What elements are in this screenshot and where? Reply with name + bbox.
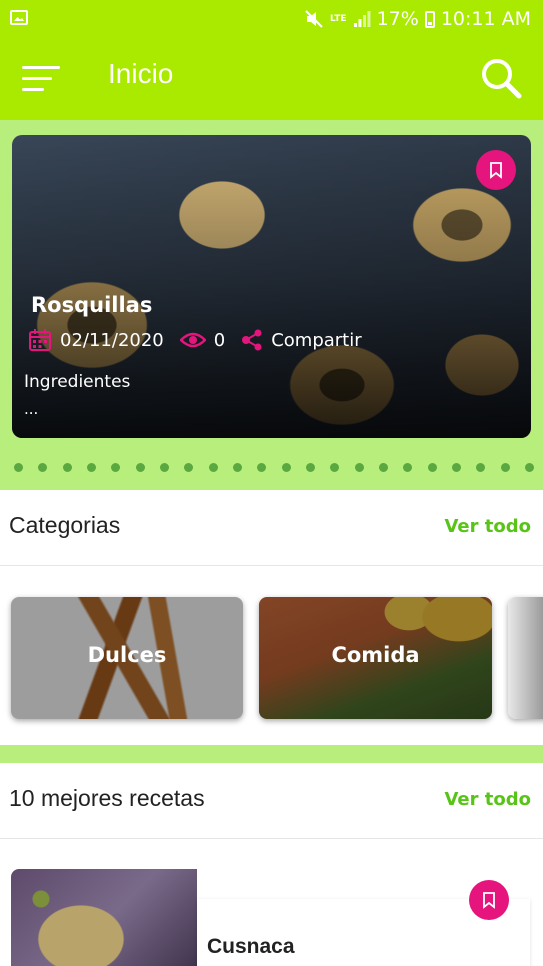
page-title: Inicio [108,58,174,89]
recipe-image [11,869,197,966]
carousel-dot[interactable] [62,463,72,472]
clock: 10:11 AM [440,8,531,30]
featured-recipe-card[interactable]: Rosquillas 02/11/2020 0 Compartir Ingred… [12,135,531,438]
top-recipes-header: 10 mejores recetas Ver todo [0,763,543,839]
carousel-dot[interactable] [14,463,23,472]
carousel-dot[interactable] [86,463,96,472]
carousel-dot[interactable] [135,463,145,472]
categories-see-all-link[interactable]: Ver todo [444,516,531,537]
status-bar: LTE 17% 10:11 AM [0,0,543,38]
bookmark-icon [483,891,495,909]
share-icon [242,329,262,351]
bookmark-button[interactable] [469,880,509,920]
calendar-icon [29,329,51,351]
carousel-dot[interactable] [403,463,413,472]
menu-icon[interactable] [22,62,62,94]
featured-views: 0 [213,329,226,351]
share-label: Compartir [271,329,362,351]
categories-header: Categorias Ver todo [0,490,543,566]
date-info: 02/11/2020 [28,328,164,352]
carousel-dot[interactable] [354,463,364,472]
carousel-dot[interactable] [427,463,437,472]
featured-title: Rosquillas [31,293,153,317]
recipe-title: Cusnaca [207,935,295,958]
signal-icon [353,11,371,27]
bookmark-button[interactable] [476,150,516,190]
featured-meta: 02/11/2020 0 Compartir [28,328,378,352]
featured-subtitle: Ingredientes [24,372,131,392]
carousel-dot[interactable] [305,463,315,472]
category-label: Comida [331,643,420,667]
card-overlay [12,135,531,438]
top-recipes-list: Cusnaca [0,839,543,966]
views-info: 0 [179,329,226,351]
recipe-card[interactable]: Cusnaca [11,869,530,966]
mute-icon [305,10,323,28]
carousel-dot[interactable] [184,463,194,472]
carousel-dot[interactable] [524,463,534,472]
featured-excerpt: ... [24,400,39,418]
carousel-dot[interactable] [330,463,340,472]
app-bar: Inicio [0,38,543,120]
categories-list: Dulces Comida [0,566,543,746]
network-label: LTE [330,13,347,24]
carousel-dot[interactable] [208,463,218,472]
category-card-dulces[interactable]: Dulces [11,597,243,719]
carousel-dot[interactable] [159,463,169,472]
category-card-partial[interactable] [508,597,543,719]
featured-date: 02/11/2020 [60,329,164,351]
bookmark-icon [490,161,502,179]
carousel-dots [14,463,534,473]
search-icon[interactable] [479,56,523,100]
carousel-dot[interactable] [38,463,48,472]
gallery-notification-icon [10,10,28,25]
share-button[interactable]: Compartir [241,329,362,351]
top-recipes-see-all-link[interactable]: Ver todo [444,789,531,810]
status-icons: LTE 17% 10:11 AM [304,6,531,32]
carousel-dot[interactable] [500,463,510,472]
carousel-dot[interactable] [281,463,291,472]
carousel-dot[interactable] [232,463,242,472]
carousel-dot[interactable] [476,463,486,472]
carousel-dot[interactable] [378,463,388,472]
battery-icon [424,10,435,28]
top-recipes-title: 10 mejores recetas [9,785,205,811]
eye-icon [179,332,206,348]
carousel-dot[interactable] [111,463,121,472]
carousel-dot[interactable] [451,463,461,472]
carousel-dot[interactable] [257,463,267,472]
section-divider [0,745,543,763]
category-card-comida[interactable]: Comida [259,597,492,719]
categories-title: Categorias [9,512,121,538]
category-label: Dulces [87,643,167,667]
battery-percent: 17% [376,8,419,30]
